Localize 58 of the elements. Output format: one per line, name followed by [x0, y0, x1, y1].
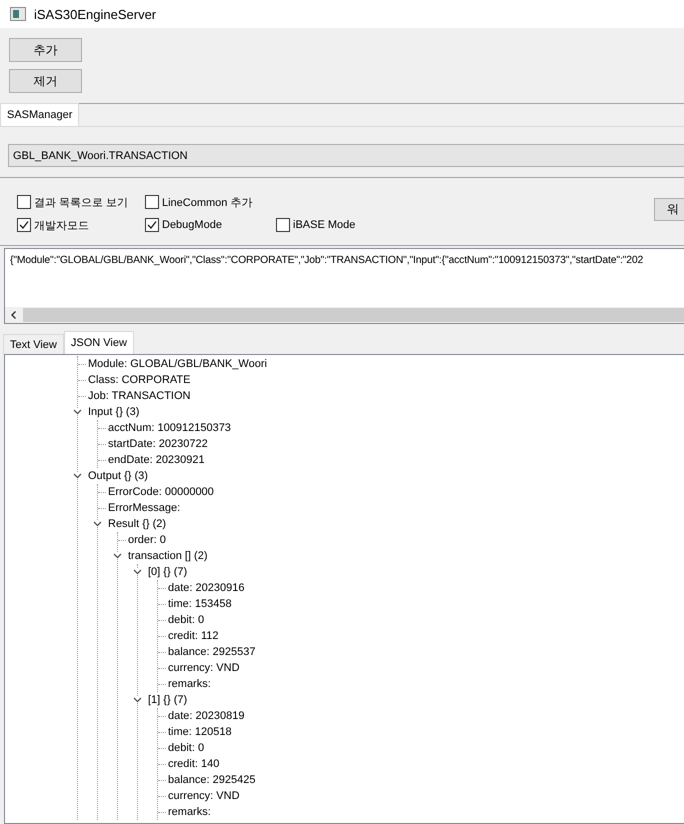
tree-node[interactable]: date: 20230916	[168, 582, 244, 594]
tree-node[interactable]: transaction [] (2)	[128, 550, 208, 562]
scroll-left-icon[interactable]	[9, 310, 19, 320]
tree-node[interactable]: Result {} (2)	[108, 518, 166, 530]
checkbox[interactable]	[276, 218, 290, 232]
checkbox-label: LineCommon 추가	[162, 196, 252, 210]
tree-node[interactable]: ErrorCode: 00000000	[108, 486, 214, 498]
collapse-chevron-icon[interactable]	[73, 409, 82, 415]
tree-node[interactable]: acctNum: 100912150373	[108, 422, 231, 434]
request-text-area[interactable]: {"Module":"GLOBAL/GBL/BANK_Woori","Class":"CORPORATE","Job":"TRANSACTION","Input":{"acctNum":"100912150373","startDate":"202	[4, 248, 684, 324]
tree-node[interactable]: Input {} (3)	[88, 406, 140, 418]
tree-node[interactable]: Job: TRANSACTION	[88, 390, 190, 402]
collapse-chevron-icon[interactable]	[133, 569, 142, 575]
checkbox[interactable]	[145, 195, 159, 209]
checkbox[interactable]	[17, 195, 31, 209]
side-button[interactable]: 워	[654, 198, 684, 221]
tree-node[interactable]: [1] {} (7)	[148, 694, 188, 706]
checkbox-label: DebugMode	[162, 219, 222, 231]
tree-node[interactable]: debit: 0	[168, 614, 204, 626]
tree-node[interactable]: Module: GLOBAL/GBL/BANK_Woori	[88, 358, 267, 370]
tree-node[interactable]: remarks:	[168, 678, 211, 690]
collapse-chevron-icon[interactable]	[73, 473, 82, 479]
checkbox[interactable]	[17, 218, 31, 232]
toolbar-button[interactable]: 제거	[9, 69, 82, 93]
tree-node[interactable]: time: 153458	[168, 598, 232, 610]
tree-node[interactable]: balance: 2925425	[168, 774, 256, 786]
tree-node[interactable]: remarks:	[168, 806, 211, 818]
tree-node[interactable]: Output {} (3)	[88, 470, 148, 482]
tree-node[interactable]: ErrorMessage:	[108, 502, 180, 514]
tree-node[interactable]: debit: 0	[168, 742, 204, 754]
scrollbar-thumb[interactable]	[23, 308, 684, 322]
tree-node[interactable]: endDate: 20230921	[108, 454, 205, 466]
tree-node[interactable]: Class: CORPORATE	[88, 374, 190, 386]
tree-node[interactable]: date: 20230819	[168, 710, 244, 722]
tab[interactable]: SASManager	[0, 103, 80, 126]
view-tab[interactable]: Text View	[3, 334, 64, 354]
tree-node[interactable]: balance: 2925537	[168, 646, 256, 658]
tree-node[interactable]: currency: VND	[168, 662, 240, 674]
tree-node[interactable]: time: 120518	[168, 726, 232, 738]
collapse-chevron-icon[interactable]	[93, 521, 102, 527]
checkbox-label: 결과 목록으로 보기	[34, 196, 128, 210]
tree-node[interactable]: order: 0	[128, 534, 166, 546]
checkbox-label: iBASE Mode	[293, 219, 356, 231]
window-title: iSAS30EngineServer	[34, 6, 156, 22]
tree-node[interactable]: startDate: 20230722	[108, 438, 208, 450]
collapse-chevron-icon[interactable]	[133, 697, 142, 703]
app-icon	[10, 7, 26, 21]
tree-node[interactable]: credit: 140	[168, 758, 220, 770]
request-json-text: {"Module":"GLOBAL/GBL/BANK_Woori","Class":"CORPORATE","Job":"TRANSACTION","Input":{"acctNum":"100912150373","startDate":"202	[9, 254, 644, 266]
view-tab[interactable]: JSON View	[64, 331, 134, 354]
tree-node[interactable]: currency: VND	[168, 790, 240, 802]
tree-node[interactable]: credit: 112	[168, 630, 219, 642]
tree-node[interactable]: [0] {} (7)	[148, 566, 188, 578]
checkbox-label: 개발자모드	[34, 218, 89, 232]
toolbar-button[interactable]: 추가	[9, 38, 82, 62]
checkbox[interactable]	[145, 218, 159, 232]
collapse-chevron-icon[interactable]	[113, 553, 122, 559]
job-combo-box[interactable]: GBL_BANK_Woori.TRANSACTION	[8, 144, 684, 167]
